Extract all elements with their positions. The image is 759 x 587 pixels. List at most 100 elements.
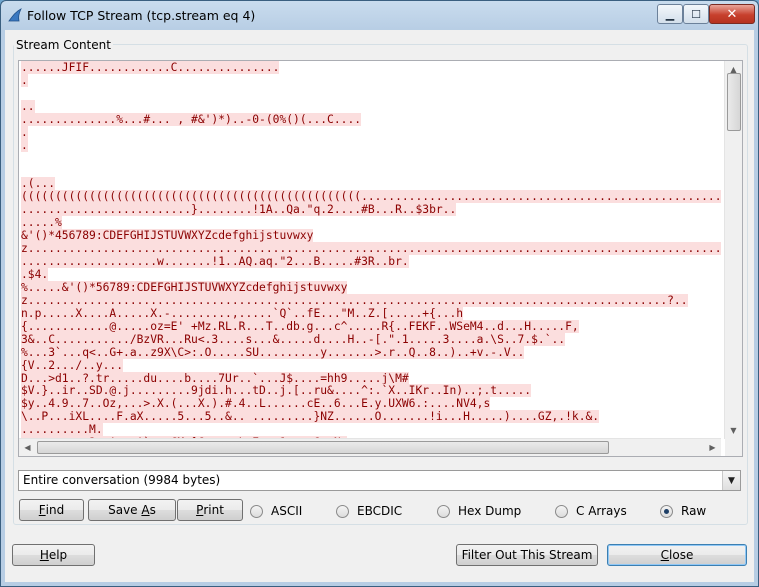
find-button-label-post: ind xyxy=(45,503,65,517)
stream-line-text: .. xyxy=(21,99,35,113)
stream-line: %.....&'()*56789:CDEFGHIJSTUVWXYZcdefghi… xyxy=(19,280,721,295)
vertical-scroll-thumb[interactable] xyxy=(727,73,741,131)
stream-line-text: {............@.....oz=E' +Mz.RL.R...T..d… xyxy=(21,319,579,333)
find-button-label-accel: F xyxy=(38,503,46,517)
title-bar[interactable]: Follow TCP Stream (tcp.stream eq 4) ▁ ☐ … xyxy=(1,1,758,31)
scroll-down-arrow-icon[interactable]: ▼ xyxy=(725,422,742,439)
stream-line-text: .........................}........!1A..Q… xyxy=(21,203,457,217)
stream-line-text: D...>d1..?.tr.....du....b....7Ur..`...J$… xyxy=(21,371,409,385)
maximize-button[interactable]: ☐ xyxy=(683,4,709,24)
stream-line-text: &'()*456789:CDEFGHIJSTUVWXYZcdefghijstuv… xyxy=(21,229,314,243)
stream-line-text: . xyxy=(21,125,28,139)
radio-indicator[interactable] xyxy=(437,504,450,518)
format-label: Hex Dump xyxy=(458,504,522,518)
scroll-left-arrow-icon[interactable]: ◀ xyxy=(19,439,36,456)
stream-line-text: $V.}..ir..SD.@.j.........9jdi.h...tD..j.… xyxy=(21,384,532,398)
scrollbar-corner xyxy=(725,439,742,456)
help-button[interactable]: Help xyxy=(12,544,95,566)
stream-line-text: ......JFIF............C............... xyxy=(21,61,280,74)
close-button-label-accel: C xyxy=(660,548,670,562)
stream-line-text: {V..2.../..y... xyxy=(21,358,124,372)
stream-content-label: Stream Content xyxy=(14,38,113,52)
radio-indicator[interactable] xyxy=(555,504,568,518)
format-radio-hex-dump[interactable]: Hex Dump xyxy=(437,504,521,518)
stream-line: .........................}........!1A..Q… xyxy=(19,203,721,217)
stream-line xyxy=(19,166,721,179)
stream-line-text: ..........M. xyxy=(21,423,103,437)
conversation-select-value: Entire conversation (9984 bytes) xyxy=(23,473,221,487)
format-radio-c-arrays[interactable]: C Arrays xyxy=(555,504,627,518)
format-label: EBCDIC xyxy=(357,504,403,518)
filter-out-stream-button[interactable]: Filter Out This Stream xyxy=(456,544,598,566)
print-button-label-accel: P xyxy=(196,503,204,517)
stream-line: \..P...iXL....F.aX.....5...5..&.. ......… xyxy=(19,410,721,424)
dropdown-arrow-icon[interactable]: ▼ xyxy=(722,471,740,490)
stream-line: ......JFIF............C............... xyxy=(19,61,721,75)
stream-line-text: .$4. xyxy=(21,268,49,281)
close-icon: ✕ xyxy=(726,6,738,22)
stream-line-text: z.......................................… xyxy=(21,293,688,307)
stream-line: z.......................................… xyxy=(19,293,721,308)
stream-line-text: %...3`...q<..G+.a..z9X\C>:.O.....SU.....… xyxy=(21,345,525,359)
print-button[interactable]: Print xyxy=(177,499,243,521)
stream-line: .. xyxy=(19,99,721,114)
stream-line: .$4. xyxy=(19,268,721,282)
stream-line-text: n.p.....X....A.....X.-.........,.....`Q`… xyxy=(21,306,464,320)
stream-line: 3&..C.........../BzVR...Ru<.3....s...&..… xyxy=(19,332,721,347)
save-as-button-label-accel: A xyxy=(141,503,150,517)
format-label: Raw xyxy=(681,504,707,518)
stream-line-text: .....% xyxy=(21,216,62,230)
stream-line-text: ((((((((((((((((((((((((((((((((((((((((… xyxy=(21,190,721,204)
stream-line-text: . xyxy=(21,73,28,87)
stream-line-text: ..............%...#... , #&')*)..-0-(0%(… xyxy=(21,112,362,126)
horizontal-scroll-thumb[interactable] xyxy=(37,441,609,454)
print-button-label-post: rint xyxy=(203,503,224,517)
filter-out-button-label: Filter Out This Stream xyxy=(461,548,593,562)
radio-indicator-selected[interactable] xyxy=(660,504,673,518)
stream-lines[interactable]: ......JFIF............C.................… xyxy=(19,61,721,440)
stream-line xyxy=(19,153,721,166)
save-as-button-label-pre: Save xyxy=(108,503,142,517)
stream-line-text: .(... xyxy=(21,177,56,191)
close-window-button[interactable]: ✕ xyxy=(709,4,755,24)
close-button-label-post: lose xyxy=(669,548,694,562)
conversation-select[interactable]: Entire conversation (9984 bytes) ▼ xyxy=(18,470,741,491)
format-label: ASCII xyxy=(271,504,303,518)
save-as-button-label-post: s xyxy=(149,503,156,517)
stream-line-text: z.......................................… xyxy=(21,242,721,256)
stream-line-text: ....................w.......!1..AQ.aq."2… xyxy=(21,255,409,269)
dialog-body: Stream Content ......JFIF............C..… xyxy=(5,30,754,582)
format-radio-ebcdic[interactable]: EBCDIC xyxy=(336,504,402,518)
stream-line xyxy=(19,88,721,101)
stream-line: . xyxy=(19,138,721,153)
format-radio-raw[interactable]: Raw xyxy=(660,504,706,518)
maximize-icon: ☐ xyxy=(691,7,701,21)
stream-line: . xyxy=(19,125,721,140)
stream-line-text: \..P...iXL....F.aX.....5...5..&.. ......… xyxy=(21,410,600,424)
stream-line-text: %.....&'()*56789:CDEFGHIJSTUVWXYZcdefghi… xyxy=(21,280,348,294)
vertical-scrollbar[interactable]: ▲ ▼ xyxy=(724,61,742,439)
stream-line: %...3`...q<..G+.a..z9X\C>:.O.....SU.....… xyxy=(19,345,721,360)
help-button-label-post: elp xyxy=(48,548,68,562)
format-radio-ascii[interactable]: ASCII xyxy=(250,504,302,518)
close-button[interactable]: Close xyxy=(607,544,747,566)
stream-line-text: . xyxy=(21,138,28,152)
radio-indicator[interactable] xyxy=(336,504,349,518)
stream-line: {V..2.../..y... xyxy=(19,358,721,373)
window-title: Follow TCP Stream (tcp.stream eq 4) xyxy=(27,8,256,23)
horizontal-scrollbar[interactable]: ◀ ▶ xyxy=(19,438,721,456)
save-as-button[interactable]: Save As xyxy=(88,499,176,521)
wireshark-fin-icon xyxy=(8,8,22,22)
stream-content-textarea[interactable]: ......JFIF............C.................… xyxy=(18,60,743,457)
format-label: C Arrays xyxy=(576,504,627,518)
stream-line-text: 3&..C.........../BzVR...Ru<.3....s...&..… xyxy=(21,332,566,346)
minimize-icon: ▁ xyxy=(665,7,675,21)
minimize-button[interactable]: ▁ xyxy=(657,4,683,24)
radio-indicator[interactable] xyxy=(250,504,263,518)
help-button-label-accel: H xyxy=(39,548,49,562)
stream-line-text: $y..4.9..7..Oz,...>.X.(...X.).#.4..L....… xyxy=(21,397,491,411)
stream-line: {............@.....oz=E' +Mz.RL.R...T..d… xyxy=(19,319,721,334)
find-button[interactable]: Find xyxy=(19,499,84,521)
stream-line: n.p.....X....A.....X.-.........,.....`Q`… xyxy=(19,306,721,321)
scroll-right-arrow-icon[interactable]: ▶ xyxy=(704,439,721,456)
